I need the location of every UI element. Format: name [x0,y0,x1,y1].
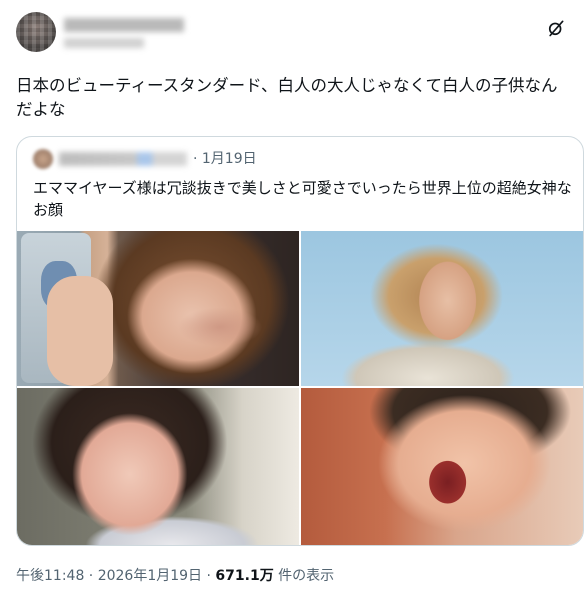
post-timestamp[interactable]: 午後11:48 · 2026年1月19日 · [16,568,215,584]
post-text-line: だよな [16,100,66,119]
view-label: 件の表示 [273,568,335,584]
media-grid [17,231,583,545]
post-header [16,12,576,60]
quoted-author-name-redacted[interactable] [59,152,187,166]
media-photo-2[interactable] [301,231,583,386]
grok-icon[interactable] [546,18,566,38]
media-photo-4[interactable] [301,388,583,545]
view-count: 671.1万 [215,568,274,584]
quoted-post[interactable]: · 1月19日 エママイヤーズ様は冗談抜きで美しさと可愛さでいったら世界上位の超… [16,136,584,546]
author-avatar[interactable] [16,12,56,52]
quoted-post-text: エママイヤーズ様は冗談抜きで美しさと可愛さでいったら世界上位の超絶女神な お顔 [33,177,573,221]
quoted-author-avatar[interactable] [33,149,53,169]
author-name-redacted[interactable] [64,18,184,32]
hand [47,276,113,386]
quoted-post-date[interactable]: · 1月19日 [193,149,257,169]
media-photo-1[interactable] [17,231,299,386]
post-text-line: 日本のビューティースタンダード、白人の大人じゃなくて白人の子供なん [16,76,558,95]
quoted-text-line: エママイヤーズ様は冗談抜きで美しさと可愛さでいったら世界上位の超絶女神な [33,179,572,197]
media-photo-3[interactable] [17,388,299,545]
quoted-text-line: お顔 [33,201,64,219]
author-handle-redacted[interactable] [64,38,144,48]
post-text: 日本のビューティースタンダード、白人の大人じゃなくて白人の子供なん だよな [16,74,576,122]
post-meta: 午後11:48 · 2026年1月19日 · 671.1万 件の表示 [16,566,334,586]
